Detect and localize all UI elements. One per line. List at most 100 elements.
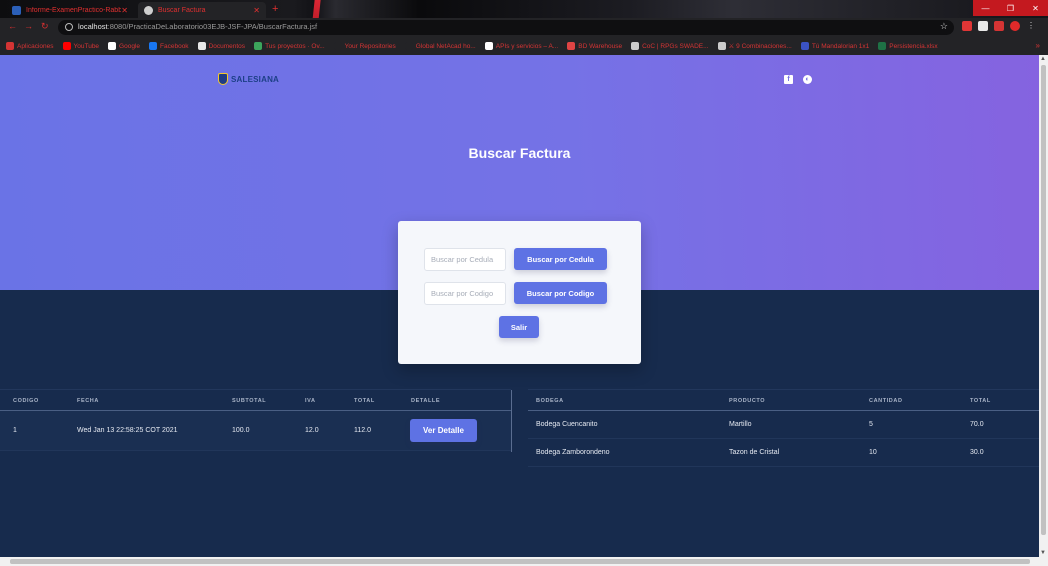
word-icon	[12, 5, 21, 15]
back-arrow-icon[interactable]: ←	[8, 21, 17, 31]
detalles-table: BODEGA PRODUCTO CANTIDAD TOTAL Bodega Cu…	[528, 389, 1039, 467]
bookmark-item[interactable]: APIs y servicios – A...	[484, 42, 558, 50]
scroll-up-icon[interactable]: ▲	[1040, 56, 1046, 62]
bookmark-label: Google	[119, 42, 141, 50]
detalles-table-header: BODEGA PRODUCTO CANTIDAD TOTAL	[528, 389, 1039, 411]
facebook-icon[interactable]: f	[784, 75, 793, 84]
bookmark-item[interactable]: CoC | RPGs SWADE...	[631, 42, 709, 50]
bookmark-item[interactable]: Persistencia.xlsx	[878, 42, 938, 50]
salir-button[interactable]: Salir	[499, 316, 539, 338]
vertical-scrollbar[interactable]: ▲ ▼	[1039, 55, 1048, 557]
bookmark-label: BD Warehouse	[578, 42, 623, 50]
scroll-thumb[interactable]	[10, 559, 1030, 564]
bookmark-item[interactable]: Your Repositories	[333, 42, 396, 50]
globe-icon	[144, 5, 153, 15]
bookmark-label: Tú Mandalorian 1x1	[811, 42, 870, 50]
facturas-table: CODIGO FECHA SUBTOTAL IVA TOTAL DETALLE …	[0, 389, 511, 451]
social-links: f ◐	[784, 75, 812, 84]
extension-icon[interactable]	[978, 21, 988, 31]
table-row: Bodega Zamborondeno Tazon de Cristal 10 …	[528, 439, 1039, 467]
bookmark-label: Documentos	[208, 42, 246, 50]
bookmark-label: Your Repositories	[344, 42, 396, 50]
search-by-codigo-button[interactable]: Buscar por Codigo	[514, 282, 607, 304]
bookmark-favicon-icon	[149, 42, 158, 50]
url-path: :8080/PracticaDeLaboratorio03EJB-JSF-JPA…	[107, 22, 318, 31]
browser-tab-buscar-factura[interactable]: Buscar Factura ✕	[138, 2, 266, 18]
header-detalle: DETALLE	[411, 398, 441, 404]
bookmark-star-icon[interactable]: ☆	[940, 21, 948, 32]
browser-tab-strip: Informe-ExamenPractico-Rabbyt ✕ Buscar F…	[0, 0, 1048, 50]
cell-subtotal: 100.0	[232, 427, 250, 434]
bookmark-item[interactable]: BD Warehouse	[567, 42, 622, 50]
tab-label: Informe-ExamenPractico-Rabbyt	[26, 6, 122, 14]
window-controls: — ❐ ✕	[973, 0, 1048, 16]
cell-producto: Tazon de Cristal	[729, 449, 780, 456]
restore-icon[interactable]: ❐	[998, 0, 1023, 16]
cell-codigo: 1	[13, 427, 17, 434]
header-fecha: FECHA	[77, 398, 99, 404]
ver-detalle-button[interactable]: Ver Detalle	[410, 419, 477, 442]
bookmark-label: Global NetAcad ho...	[415, 42, 476, 50]
bookmark-item[interactable]: Documentos	[197, 42, 246, 50]
menu-dots-icon[interactable]: ⋮	[1026, 21, 1036, 31]
facturas-table-header: CODIGO FECHA SUBTOTAL IVA TOTAL DETALLE	[0, 389, 511, 411]
cell-fecha: Wed Jan 13 22:58:25 COT 2021	[77, 427, 178, 434]
bookmark-favicon-icon	[6, 42, 14, 50]
bookmark-favicon-icon	[631, 42, 640, 50]
logo-text: SALESIANA	[231, 74, 280, 84]
close-icon[interactable]: ✕	[253, 6, 260, 15]
extensions-bar: ⋮	[962, 21, 1036, 31]
puzzle-icon[interactable]	[994, 21, 1004, 31]
cell-iva: 12.0	[305, 427, 319, 434]
search-by-cedula-button[interactable]: Buscar por Cedula	[514, 248, 607, 270]
bookmark-item[interactable]: Google	[108, 42, 140, 50]
window-close-icon[interactable]: ✕	[1023, 0, 1048, 16]
forward-arrow-icon[interactable]: →	[24, 21, 33, 31]
info-icon[interactable]	[65, 23, 73, 31]
tables-divider	[511, 390, 512, 452]
bookmark-item[interactable]: Facebook	[149, 42, 189, 50]
header-cantidad: CANTIDAD	[869, 398, 903, 404]
new-tab-button[interactable]: +	[272, 2, 278, 16]
bookmark-item[interactable]: Global NetAcad ho...	[404, 42, 476, 50]
table-row: 1 Wed Jan 13 22:58:25 COT 2021 100.0 12.…	[0, 411, 511, 451]
close-icon[interactable]: ✕	[121, 6, 128, 15]
shield-icon	[218, 73, 228, 85]
header-bodega: BODEGA	[536, 398, 564, 404]
browser-tab-informe[interactable]: Informe-ExamenPractico-Rabbyt ✕	[6, 2, 134, 18]
extension-icon[interactable]	[962, 21, 972, 31]
header-codigo: CODIGO	[13, 398, 39, 404]
scroll-thumb[interactable]	[1041, 65, 1046, 535]
more-bookmarks-icon[interactable]: »	[1036, 41, 1040, 50]
bookmark-favicon-icon	[108, 42, 117, 50]
reload-icon[interactable]: ↻	[41, 21, 49, 32]
profile-avatar-icon[interactable]	[1010, 21, 1020, 31]
university-logo[interactable]: SALESIANA	[218, 73, 279, 85]
bookmark-item[interactable]: Tus proyectos · Ov...	[254, 42, 325, 50]
cedula-search-input[interactable]	[424, 248, 506, 271]
bookmark-item[interactable]: YouTube	[62, 42, 99, 50]
bookmark-favicon-icon	[62, 42, 71, 50]
bookmark-item[interactable]: Tú Mandalorian 1x1	[800, 42, 870, 50]
bookmark-label: Persistencia.xlsx	[889, 42, 938, 50]
bookmark-favicon-icon	[333, 42, 342, 50]
scroll-down-icon[interactable]: ▼	[1040, 550, 1046, 556]
minimize-icon[interactable]: —	[973, 0, 998, 16]
bookmark-label: Tus proyectos · Ov...	[265, 42, 325, 50]
bookmark-item[interactable]: ⚔ 9 Combinaciones...	[717, 42, 792, 50]
bookmark-item[interactable]: Aplicaciones	[6, 42, 54, 50]
bookmark-label: Facebook	[160, 42, 189, 50]
bookmark-favicon-icon	[717, 42, 726, 50]
codigo-search-input[interactable]	[424, 282, 506, 305]
bookmark-favicon-icon	[484, 42, 493, 50]
cell-cantidad: 5	[869, 421, 873, 428]
header-total: TOTAL	[354, 398, 375, 404]
github-icon[interactable]: ◐	[803, 75, 812, 84]
bookmark-favicon-icon	[800, 42, 809, 50]
address-bar[interactable]: localhost:8080/PracticaDeLaboratorio03EJ…	[58, 20, 954, 35]
browser-toolbar: ← → ↻ localhost:8080/PracticaDeLaborator…	[0, 18, 1048, 37]
page-title: Buscar Factura	[468, 145, 571, 161]
bookmark-label: CoC | RPGs SWADE...	[642, 42, 709, 50]
header-total: TOTAL	[970, 398, 991, 404]
horizontal-scrollbar[interactable]	[0, 557, 1048, 566]
